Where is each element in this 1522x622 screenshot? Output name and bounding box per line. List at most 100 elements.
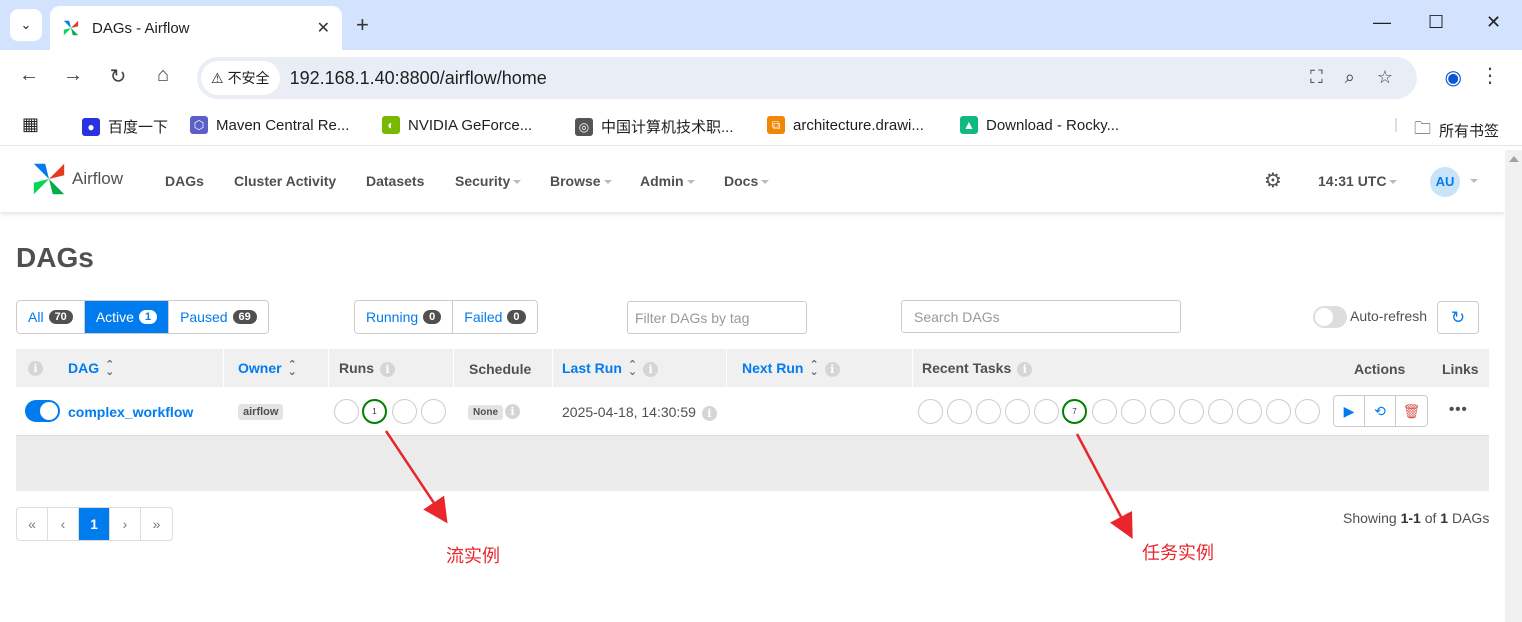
page-prev[interactable]: ‹ — [48, 508, 79, 540]
info-icon[interactable]: i — [824, 361, 840, 377]
col-actions: Actions — [1354, 361, 1406, 377]
tab-search-chevron-icon[interactable]: ⌄ — [10, 9, 42, 41]
col-owner[interactable]: Owner ⌃ ⌄ — [238, 360, 297, 378]
nav-datasets[interactable]: Datasets — [366, 173, 424, 189]
avatar[interactable]: AU — [1430, 167, 1460, 197]
tag-filter-input[interactable]: Filter DAGs by tag — [627, 301, 807, 334]
utc-clock[interactable]: 14:31 UTC — [1318, 173, 1398, 189]
run-state-filter-group: Running 0 Failed 0 — [354, 300, 538, 334]
nav-cluster-activity[interactable]: Cluster Activity — [234, 173, 336, 189]
nav-browse[interactable]: Browse — [550, 173, 612, 189]
bookmark-maven[interactable]: ⬡ Maven Central Re... — [190, 116, 349, 134]
owner-tag[interactable]: airflow — [238, 404, 284, 420]
filter-active[interactable]: Active 1 — [84, 301, 170, 333]
address-bar[interactable]: ⚠ 不安全 192.168.1.40:8800/airflow/home ⛶ ⌕… — [197, 57, 1417, 99]
task-state-circle[interactable] — [1179, 399, 1204, 424]
minimize-icon[interactable]: — — [1373, 12, 1391, 33]
filter-failed[interactable]: Failed 0 — [453, 301, 537, 333]
task-state-circle[interactable] — [1121, 399, 1146, 424]
info-icon[interactable]: i — [1017, 361, 1033, 377]
reload-icon[interactable]: ↻ — [104, 64, 132, 89]
col-next-run[interactable]: Next Run ⌃ ⌄ i — [742, 360, 840, 378]
caret-down-icon[interactable] — [1470, 179, 1478, 183]
task-state-circle-success[interactable]: 7 — [1062, 399, 1087, 424]
back-arrow-icon[interactable]: ← — [15, 64, 43, 87]
dag-run-circle[interactable] — [421, 399, 446, 424]
nav-docs[interactable]: Docs — [724, 173, 770, 189]
schedule-tag[interactable]: None — [468, 405, 503, 420]
all-bookmarks[interactable]: 🗀 所有书签 — [1414, 116, 1499, 145]
zoom-icon[interactable]: ⌕ — [1345, 67, 1355, 88]
filter-running[interactable]: Running 0 — [355, 301, 454, 333]
refresh-button[interactable]: ↻ — [1437, 301, 1479, 334]
dag-id-link[interactable]: complex_workflow — [68, 404, 193, 420]
task-state-circle[interactable] — [1237, 399, 1262, 424]
nav-security[interactable]: Security — [455, 173, 522, 189]
browser-tab-active[interactable]: DAGs - Airflow ✕ — [50, 6, 342, 50]
info-icon[interactable]: i — [643, 361, 659, 377]
filter-label: Running — [366, 309, 419, 325]
more-links-icon[interactable]: ••• — [1449, 401, 1468, 418]
filter-paused[interactable]: Paused 69 — [169, 301, 268, 333]
auto-refresh-toggle[interactable] — [1313, 306, 1347, 328]
page-scrollbar[interactable] — [1505, 150, 1522, 622]
task-state-circle[interactable] — [1266, 399, 1291, 424]
refresh-dag-button[interactable]: ⟲ — [1365, 396, 1396, 426]
col-dag[interactable]: DAG ⌃ ⌄ — [68, 360, 114, 378]
browser-menu-icon[interactable]: ⋮ — [1480, 63, 1500, 88]
scroll-up-icon[interactable] — [1509, 156, 1519, 162]
page-current[interactable]: 1 — [79, 508, 110, 540]
bookmark-baidu[interactable]: ● 百度一下 — [82, 116, 168, 137]
bookmark-drawio[interactable]: ⧉ architecture.drawi... — [767, 116, 924, 134]
task-state-circle[interactable] — [1005, 399, 1030, 424]
bookmark-rocky[interactable]: ▲ Download - Rocky... — [960, 116, 1119, 134]
task-state-circle[interactable] — [1034, 399, 1059, 424]
home-icon[interactable]: ⌂ — [149, 64, 177, 87]
dag-run-circle-success[interactable]: 1 — [362, 399, 387, 424]
last-run-link[interactable]: 2025-04-18, 14:30:59 i — [562, 404, 717, 421]
page-last[interactable]: » — [141, 508, 172, 540]
task-state-circle[interactable] — [1295, 399, 1320, 424]
window-close-icon[interactable]: ✕ — [1486, 12, 1501, 33]
page-next[interactable]: › — [110, 508, 141, 540]
new-tab-icon[interactable]: + — [356, 12, 369, 38]
gear-icon[interactable]: ⚙ — [1264, 168, 1282, 193]
task-state-circle[interactable] — [1092, 399, 1117, 424]
airflow-brand[interactable]: Airflow — [30, 160, 123, 198]
page-first[interactable]: « — [17, 508, 48, 540]
dag-run-circle[interactable] — [334, 399, 359, 424]
maximize-icon[interactable]: ☐ — [1428, 12, 1444, 33]
info-icon[interactable]: i — [380, 361, 395, 377]
task-state-circle[interactable] — [1208, 399, 1233, 424]
task-state-circle[interactable] — [1150, 399, 1175, 424]
security-chip[interactable]: ⚠ 不安全 — [201, 61, 280, 95]
dags-table: i DAG ⌃ ⌄ Owner ⌃ ⌄ Runs i Schedule Last Run ⌃… — [16, 349, 1489, 491]
tab-close-icon[interactable]: ✕ — [317, 18, 330, 38]
dag-run-circle[interactable] — [392, 399, 417, 424]
bookmark-org[interactable]: ◎ 中国计算机技术职... — [575, 116, 734, 137]
delete-dag-button[interactable]: 🗑 — [1396, 396, 1427, 426]
task-state-circle[interactable] — [947, 399, 972, 424]
search-dags-input[interactable]: Search DAGs — [901, 300, 1181, 333]
task-state-circle[interactable] — [918, 399, 943, 424]
filter-all[interactable]: All 70 — [17, 301, 85, 333]
nav-dags[interactable]: DAGs — [165, 173, 204, 189]
forward-arrow-icon[interactable]: → — [59, 64, 87, 87]
bookmark-star-icon[interactable]: ☆ — [1377, 67, 1393, 88]
info-icon[interactable]: i — [505, 404, 520, 419]
task-state-circle[interactable] — [976, 399, 1001, 424]
dag-pause-toggle[interactable] — [25, 400, 60, 422]
apps-grid-icon[interactable]: ▦ — [22, 114, 39, 135]
info-icon[interactable]: i — [28, 361, 43, 376]
url-text[interactable]: 192.168.1.40:8800/airflow/home — [290, 68, 547, 89]
nav-admin[interactable]: Admin — [640, 173, 695, 189]
trigger-dag-button[interactable]: ▶ — [1334, 396, 1365, 426]
col-last-run[interactable]: Last Run ⌃ ⌄ i — [562, 360, 659, 378]
bookmark-nvidia[interactable]: ◐ NVIDIA GeForce... — [382, 116, 532, 134]
info-icon[interactable]: i — [701, 405, 717, 421]
showing-prefix: Showing — [1343, 510, 1401, 526]
bookmark-label: Maven Central Re... — [216, 116, 350, 134]
translate-icon[interactable]: ⛶ — [1310, 67, 1323, 88]
profile-icon[interactable]: ◉ — [1445, 65, 1462, 90]
bookmark-label: 中国计算机技术职... — [601, 119, 734, 136]
